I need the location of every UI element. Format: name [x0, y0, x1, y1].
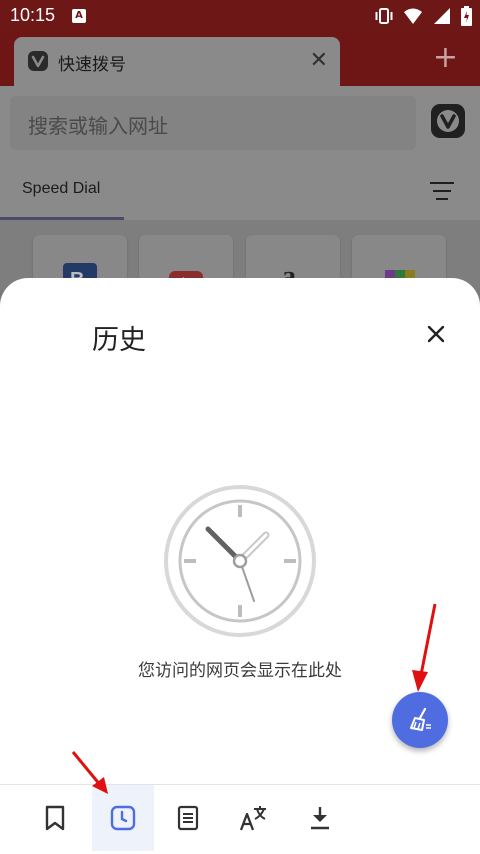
sort-icon[interactable] [430, 182, 454, 206]
history-panel: 历史 您访问的网页会显示在此处 [0, 278, 480, 853]
translate-icon [239, 806, 266, 831]
clock-illustration-icon [162, 483, 318, 639]
nav-notes[interactable] [157, 785, 219, 851]
notes-icon [177, 805, 199, 831]
history-clock-icon [110, 805, 136, 831]
a-icon: A [72, 9, 86, 23]
page-title: 历史 [92, 325, 146, 356]
tab-speed-dial[interactable]: Speed Dial [22, 180, 100, 198]
status-time: 10:15 [10, 5, 56, 25]
clear-history-button[interactable] [392, 692, 448, 748]
download-icon [311, 807, 329, 830]
nav-downloads[interactable] [289, 785, 351, 851]
nav-translate[interactable] [223, 785, 285, 851]
empty-state-message: 您访问的网页会显示在此处 [138, 661, 342, 681]
vibrate-icon [375, 8, 393, 24]
signal-icon [434, 8, 450, 24]
search-placeholder: 搜索或输入网址 [28, 114, 168, 138]
status-icons [375, 6, 472, 26]
search-input[interactable]: 搜索或输入网址 [10, 96, 416, 150]
bookmark-icon [45, 805, 65, 831]
vivaldi-logo-icon [28, 51, 48, 71]
bottom-nav [0, 784, 480, 854]
broom-icon [410, 707, 431, 731]
close-icon[interactable]: ✕ [310, 49, 328, 73]
wifi-icon [404, 8, 422, 24]
battery-icon [461, 6, 472, 26]
close-icon[interactable] [424, 322, 448, 346]
speed-dial-bar: Speed Dial [0, 158, 480, 221]
nav-bookmarks[interactable] [24, 785, 86, 851]
vivaldi-menu-icon[interactable] [431, 104, 465, 138]
browser-tab[interactable]: 快速拨号 ✕ [14, 37, 340, 86]
tab-strip: 快速拨号 ✕ + [0, 32, 480, 86]
tab-title: 快速拨号 [58, 55, 126, 75]
nav-history[interactable] [92, 785, 154, 851]
plus-icon[interactable]: + [433, 43, 458, 73]
status-bar: 10:15 A [0, 0, 480, 32]
